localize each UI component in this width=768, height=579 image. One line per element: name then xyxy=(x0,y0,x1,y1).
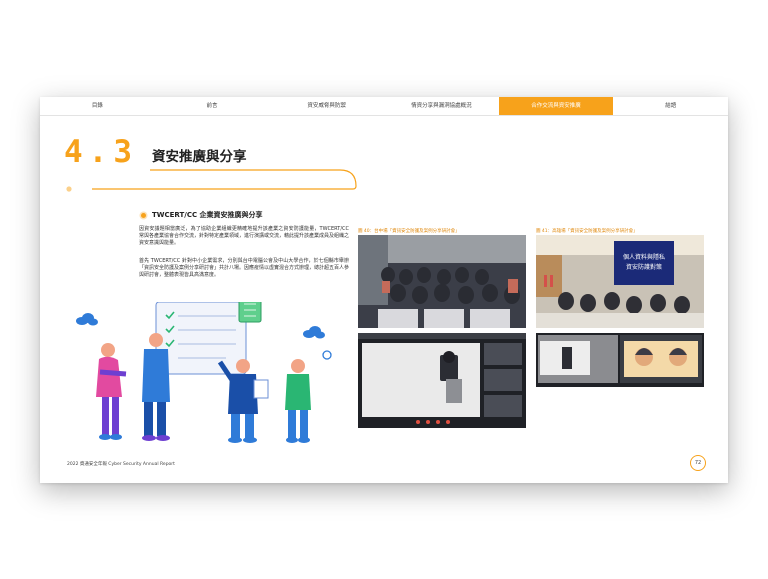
paragraph-1: 因資安議題相當廣泛，為了協助企業組織更精確地提升該產業之資安防護能量，TWCER… xyxy=(139,226,350,247)
kaohsiung-seminar-photo: 個人資料與隱私 資安防護對策 xyxy=(536,235,704,328)
report-page: 目錄 前言 資安威脅與防禦 情資分享與漏洞協處概況 合作交流與資安推廣 結語 4… xyxy=(40,97,728,483)
bullet-icon xyxy=(141,213,146,218)
footer-text: 2022 資通安全年報 Cyber Security Annual Report xyxy=(67,462,175,467)
subsection-title: TWCERT/CC 企業資安推廣與分享 xyxy=(152,211,263,219)
slide-line-2: 資安防護對策 xyxy=(626,263,662,271)
section-number: 4.3 xyxy=(64,134,138,170)
caption-left: 圖 40：台中場「資訊安全防護及案例分享研討會」 xyxy=(358,229,460,234)
paragraph-2: 首先 TWCERT/CC 針對中小企業需求，分別與台中電腦公會及中山大學合作，於… xyxy=(139,258,350,279)
taichung-online-meeting xyxy=(358,333,526,428)
kaohsiung-online-meeting xyxy=(536,333,704,387)
caption-right: 圖 41：高雄場「資訊安全防護及案例分享研討會」 xyxy=(536,229,638,234)
page-number: 72 xyxy=(690,455,706,471)
taichung-seminar-photo xyxy=(358,235,526,328)
slide-line-1: 個人資料與隱私 xyxy=(623,253,665,261)
team-illustration xyxy=(76,302,332,443)
section-title: 資安推廣與分享 xyxy=(152,149,247,165)
